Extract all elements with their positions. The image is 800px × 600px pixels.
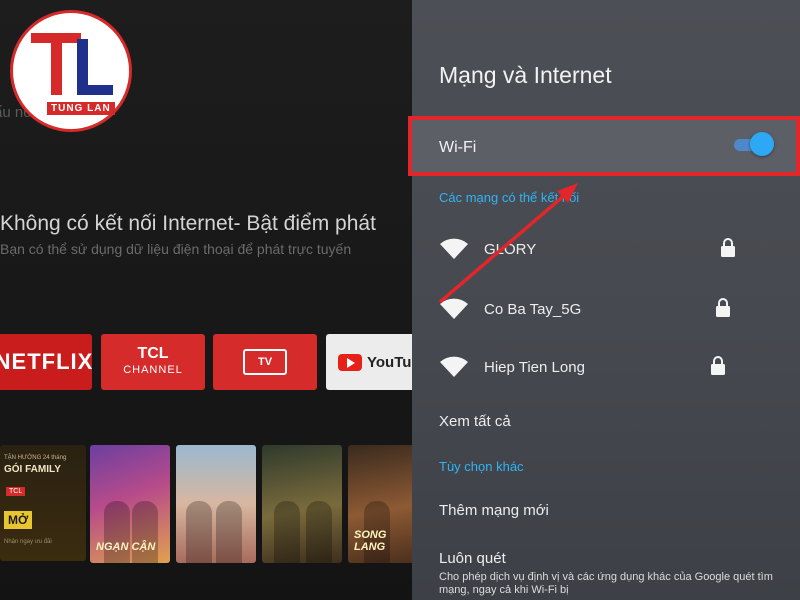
network-settings-panel: Mạng và Internet Wi-Fi Các mạng có thể k… xyxy=(408,0,800,600)
app-netflix[interactable]: NETFLIX xyxy=(0,334,92,390)
poster-figure xyxy=(306,501,332,563)
other-options-heading: Tùy chọn khác xyxy=(439,459,524,474)
panel-title: Mạng và Internet xyxy=(439,62,612,88)
app-tcl-label: TCL xyxy=(137,345,169,362)
network-item-co-ba-tay-5g[interactable]: Co Ba Tay_5G xyxy=(412,290,800,330)
wifi-signal-icon xyxy=(440,238,468,259)
poster-figure xyxy=(186,501,212,563)
app-tcl-channel[interactable]: TCL CHANNEL xyxy=(101,334,205,390)
youtube-play-icon xyxy=(338,353,362,371)
lock-icon xyxy=(711,356,725,375)
wifi-toggle-row[interactable]: Wi-Fi xyxy=(408,116,800,176)
app-live-tv[interactable]: TV xyxy=(213,334,317,390)
no-internet-banner-title: Không có kết nối Internet- Bật điểm phát xyxy=(0,212,376,235)
tung-lan-logo: TUNG LAN xyxy=(10,10,132,132)
promo-tcl-badge: TCL xyxy=(6,487,26,496)
app-tcl-sublabel: CHANNEL xyxy=(123,364,183,376)
logo-tl-mark xyxy=(31,33,113,95)
promo-cta: MỞ xyxy=(4,511,33,529)
lock-icon xyxy=(716,298,730,317)
promo-small-text: TẶN HƯỚNG 24 tháng xyxy=(4,455,67,461)
wifi-signal-icon xyxy=(440,298,468,319)
toggle-thumb xyxy=(750,132,774,156)
lock-icon xyxy=(721,238,735,257)
logo-caption: TUNG LAN xyxy=(47,102,115,115)
available-networks-heading: Các mạng có thể kết nối xyxy=(439,190,580,205)
wifi-label: Wi-Fi xyxy=(439,139,477,156)
tv-icon: TV xyxy=(243,349,287,375)
movie-poster-4[interactable]: SONG LANG xyxy=(348,445,412,563)
tv-home-screen: ẩu nói "Chơi nhạc" Không có kết nối Inte… xyxy=(0,0,412,600)
always-scan-option[interactable]: Luôn quét xyxy=(439,550,506,567)
family-package-promo[interactable]: TẶN HƯỚNG 24 tháng GÓI FAMILY TCL MỞ Nhậ… xyxy=(0,445,86,561)
poster-figure xyxy=(132,501,158,563)
wifi-signal-icon xyxy=(440,356,468,377)
promo-note: Nhận ngay ưu đãi xyxy=(4,539,52,545)
see-all-networks[interactable]: Xem tất cả xyxy=(439,413,511,430)
app-youtube[interactable]: YouTube xyxy=(326,334,412,390)
movie-poster-3[interactable] xyxy=(262,445,342,563)
movie-poster-2[interactable] xyxy=(176,445,256,563)
add-new-network[interactable]: Thêm mạng mới xyxy=(439,502,549,519)
movie-poster-1[interactable]: NGẠN CẬN xyxy=(90,445,170,563)
poster-title-4: SONG LANG xyxy=(354,529,387,553)
promo-title: GÓI FAMILY xyxy=(4,464,61,475)
poster-figure xyxy=(216,501,242,563)
poster-figure xyxy=(274,501,300,563)
network-item-glory[interactable]: GLORY xyxy=(412,230,800,270)
network-name: Co Ba Tay_5G xyxy=(484,301,582,318)
app-tv-label: TV xyxy=(257,356,273,368)
poster-title-1: NGẠN CẬN xyxy=(96,541,156,553)
network-name: Hiep Tien Long xyxy=(484,359,585,376)
app-youtube-label: YouTube xyxy=(367,353,412,371)
no-internet-banner-subtitle: Bạn có thể sử dụng dữ liệu điện thoại để… xyxy=(0,241,352,257)
app-netflix-label: NETFLIX xyxy=(0,349,94,374)
network-name: GLORY xyxy=(484,241,537,258)
network-item-hiep-tien-long[interactable]: Hiep Tien Long xyxy=(412,348,800,388)
wifi-toggle-switch[interactable] xyxy=(732,132,776,158)
poster-figure xyxy=(104,501,130,563)
always-scan-description: Cho phép dịch vụ định vị và các ứng dụng… xyxy=(439,571,773,596)
